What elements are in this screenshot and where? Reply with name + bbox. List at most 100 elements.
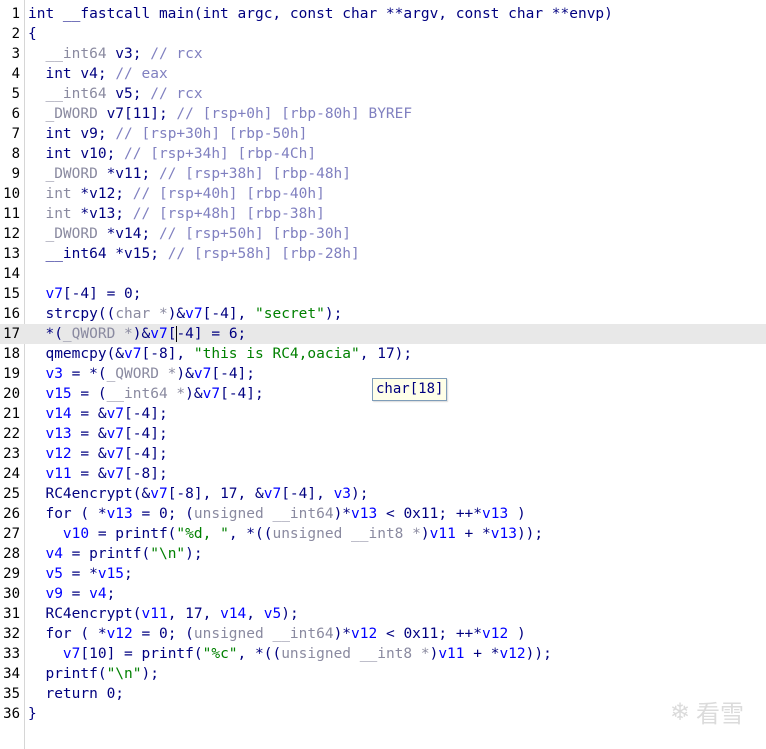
- code-text[interactable]: }: [28, 704, 37, 724]
- code-text[interactable]: return 0;: [28, 684, 124, 704]
- code-text[interactable]: int v10; // [rsp+34h] [rbp-4Ch]: [28, 144, 316, 164]
- code-token: _DWORD: [28, 226, 98, 242]
- code-token: ;: [106, 586, 116, 602]
- code-text[interactable]: RC4encrypt(&v7[-8], 17, &v7[-4], v3);: [28, 484, 368, 504]
- line-number: 32: [3, 626, 20, 642]
- code-text[interactable]: int *v12; // [rsp+40h] [rbp-40h]: [28, 184, 325, 204]
- watermark: ❄ 看雪: [670, 694, 744, 729]
- code-text[interactable]: __int64 v5; // rcx: [28, 84, 202, 104]
- code-token: v7: [106, 406, 125, 422]
- code-text[interactable]: v7[-4] = 0;: [28, 284, 141, 304]
- code-token: // [rsp+58h] [rbp-28h]: [167, 246, 360, 262]
- code-token: *v13;: [71, 206, 133, 222]
- code-text[interactable]: v7[10] = printf("%c", *((unsigned __int8…: [28, 644, 552, 664]
- code-line[interactable]: 13 __int64 *v15; // [rsp+58h] [rbp-28h]: [0, 244, 766, 264]
- code-line[interactable]: 23 v12 = &v7[-4];: [0, 444, 766, 464]
- code-line[interactable]: 32 for ( *v12 = 0; (unsigned __int64)*v1…: [0, 624, 766, 644]
- code-line[interactable]: 27 v10 = printf("%d, ", *((unsigned __in…: [0, 524, 766, 544]
- code-text[interactable]: __int64 v3; // rcx: [28, 44, 202, 64]
- code-token: // [rsp+0h] [rbp-80h] BYREF: [176, 106, 413, 122]
- code-line[interactable]: 15 v7[-4] = 0;: [0, 284, 766, 304]
- code-text[interactable]: v9 = v4;: [28, 584, 115, 604]
- code-token: ): [420, 526, 430, 542]
- code-token: _DWORD: [28, 166, 98, 182]
- code-token: // [rsp+48h] [rbp-38h]: [132, 206, 325, 222]
- code-line[interactable]: 3 __int64 v3; // rcx: [0, 44, 766, 64]
- code-line[interactable]: 29 v5 = *v15;: [0, 564, 766, 584]
- code-line[interactable]: 17 *(_QWORD *)&v7[-4] = 6;: [0, 324, 766, 344]
- code-line[interactable]: 11 int *v13; // [rsp+48h] [rbp-38h]: [0, 204, 766, 224]
- code-line[interactable]: 7 int v9; // [rsp+30h] [rbp-50h]: [0, 124, 766, 144]
- code-line[interactable]: 36}: [0, 704, 766, 724]
- code-line[interactable]: 31 RC4encrypt(v11, 17, v14, v5);: [0, 604, 766, 624]
- code-text[interactable]: int v4; // eax: [28, 64, 167, 84]
- code-text[interactable]: int __fastcall main(int argc, const char…: [28, 4, 613, 24]
- code-line[interactable]: 14: [0, 264, 766, 284]
- code-text[interactable]: v13 = &v7[-4];: [28, 424, 167, 444]
- code-text[interactable]: v14 = &v7[-4];: [28, 404, 167, 424]
- code-text[interactable]: printf("\n");: [28, 664, 159, 684]
- code-token: v15: [97, 566, 125, 582]
- code-line[interactable]: 33 v7[10] = printf("%c", *((unsigned __i…: [0, 644, 766, 664]
- code-line[interactable]: 21 v14 = &v7[-4];: [0, 404, 766, 424]
- pseudocode-editor[interactable]: 1 int __fastcall main(int argc, const cha…: [0, 0, 766, 749]
- code-line[interactable]: 18 qmemcpy(&v7[-8], "this is RC4,oacia",…: [0, 344, 766, 364]
- code-line[interactable]: 25 RC4encrypt(&v7[-8], 17, &v7[-4], v3);: [0, 484, 766, 504]
- code-token: [10] = printf(: [80, 646, 203, 662]
- code-token: int v10;: [28, 146, 125, 162]
- code-text[interactable]: v4 = printf("\n");: [28, 544, 202, 564]
- code-token: qmemcpy(&: [28, 346, 125, 362]
- code-text[interactable]: v11 = &v7[-8];: [28, 464, 167, 484]
- code-line[interactable]: 30 v9 = v4;: [0, 584, 766, 604]
- code-line[interactable]: 34 printf("\n");: [0, 664, 766, 684]
- code-token: [-8], 17, &: [167, 486, 264, 502]
- code-token: return 0;: [28, 686, 125, 702]
- code-token: < 0x11; ++*: [377, 506, 483, 522]
- code-token: + *: [464, 646, 500, 662]
- code-text[interactable]: v15 = (__int64 *)&v7[-4];: [28, 384, 263, 404]
- code-token: + *: [455, 526, 491, 542]
- code-token: v14: [28, 406, 72, 422]
- code-text[interactable]: v10 = printf("%d, ", *((unsigned __int8 …: [28, 524, 543, 544]
- code-text[interactable]: int *v13; // [rsp+48h] [rbp-38h]: [28, 204, 325, 224]
- code-text[interactable]: _DWORD *v11; // [rsp+38h] [rbp-48h]: [28, 164, 351, 184]
- code-text[interactable]: for ( *v13 = 0; (unsigned __int64)*v13 <…: [28, 504, 525, 524]
- code-line[interactable]: 1 int __fastcall main(int argc, const cha…: [0, 4, 766, 24]
- code-line[interactable]: 16 strcpy((char *)&v7[-4], "secret");: [0, 304, 766, 324]
- code-line[interactable]: 9 _DWORD *v11; // [rsp+38h] [rbp-48h]: [0, 164, 766, 184]
- code-text[interactable]: for ( *v12 = 0; (unsigned __int64)*v12 <…: [28, 624, 525, 644]
- code-text[interactable]: __int64 *v15; // [rsp+58h] [rbp-28h]: [28, 244, 360, 264]
- code-text[interactable]: strcpy((char *)&v7[-4], "secret");: [28, 304, 342, 324]
- code-text[interactable]: *(_QWORD *)&v7[-4] = 6;: [28, 324, 246, 344]
- code-line[interactable]: 22 v13 = &v7[-4];: [0, 424, 766, 444]
- code-token: "this is RC4,oacia": [193, 346, 360, 362]
- code-token: __int64: [28, 86, 107, 102]
- code-line[interactable]: 28 v4 = printf("\n");: [0, 544, 766, 564]
- code-line[interactable]: 2{: [0, 24, 766, 44]
- code-text[interactable]: qmemcpy(&v7[-8], "this is RC4,oacia", 17…: [28, 344, 412, 364]
- code-line[interactable]: 8 int v10; // [rsp+34h] [rbp-4Ch]: [0, 144, 766, 164]
- line-number: 17: [3, 326, 20, 342]
- code-text[interactable]: _DWORD v7[11]; // [rsp+0h] [rbp-80h] BYR…: [28, 104, 412, 124]
- code-line[interactable]: 4 int v4; // eax: [0, 64, 766, 84]
- code-text[interactable]: int v9; // [rsp+30h] [rbp-50h]: [28, 124, 307, 144]
- code-line[interactable]: 10 int *v12; // [rsp+40h] [rbp-40h]: [0, 184, 766, 204]
- code-token: "\n": [150, 546, 186, 562]
- code-line[interactable]: 6 _DWORD v7[11]; // [rsp+0h] [rbp-80h] B…: [0, 104, 766, 124]
- code-text[interactable]: v5 = *v15;: [28, 564, 132, 584]
- code-token: // [rsp+50h] [rbp-30h]: [158, 226, 352, 242]
- code-text[interactable]: _DWORD *v14; // [rsp+50h] [rbp-30h]: [28, 224, 351, 244]
- code-line[interactable]: 24 v11 = &v7[-8];: [0, 464, 766, 484]
- code-line[interactable]: 35 return 0;: [0, 684, 766, 704]
- code-line[interactable]: 26 for ( *v13 = 0; (unsigned __int64)*v1…: [0, 504, 766, 524]
- code-token: // [rsp+40h] [rbp-40h]: [132, 186, 325, 202]
- code-text[interactable]: v3 = *(_QWORD *)&v7[-4];: [28, 364, 255, 384]
- code-token: v4: [89, 586, 107, 602]
- code-line[interactable]: 12 _DWORD *v14; // [rsp+50h] [rbp-30h]: [0, 224, 766, 244]
- code-text[interactable]: {: [28, 24, 37, 44]
- code-line[interactable]: 5 __int64 v5; // rcx: [0, 84, 766, 104]
- code-token: v5: [28, 566, 63, 582]
- code-text[interactable]: RC4encrypt(v11, 17, v14, v5);: [28, 604, 298, 624]
- type-tooltip: char[18]: [372, 378, 448, 401]
- code-text[interactable]: v12 = &v7[-4];: [28, 444, 167, 464]
